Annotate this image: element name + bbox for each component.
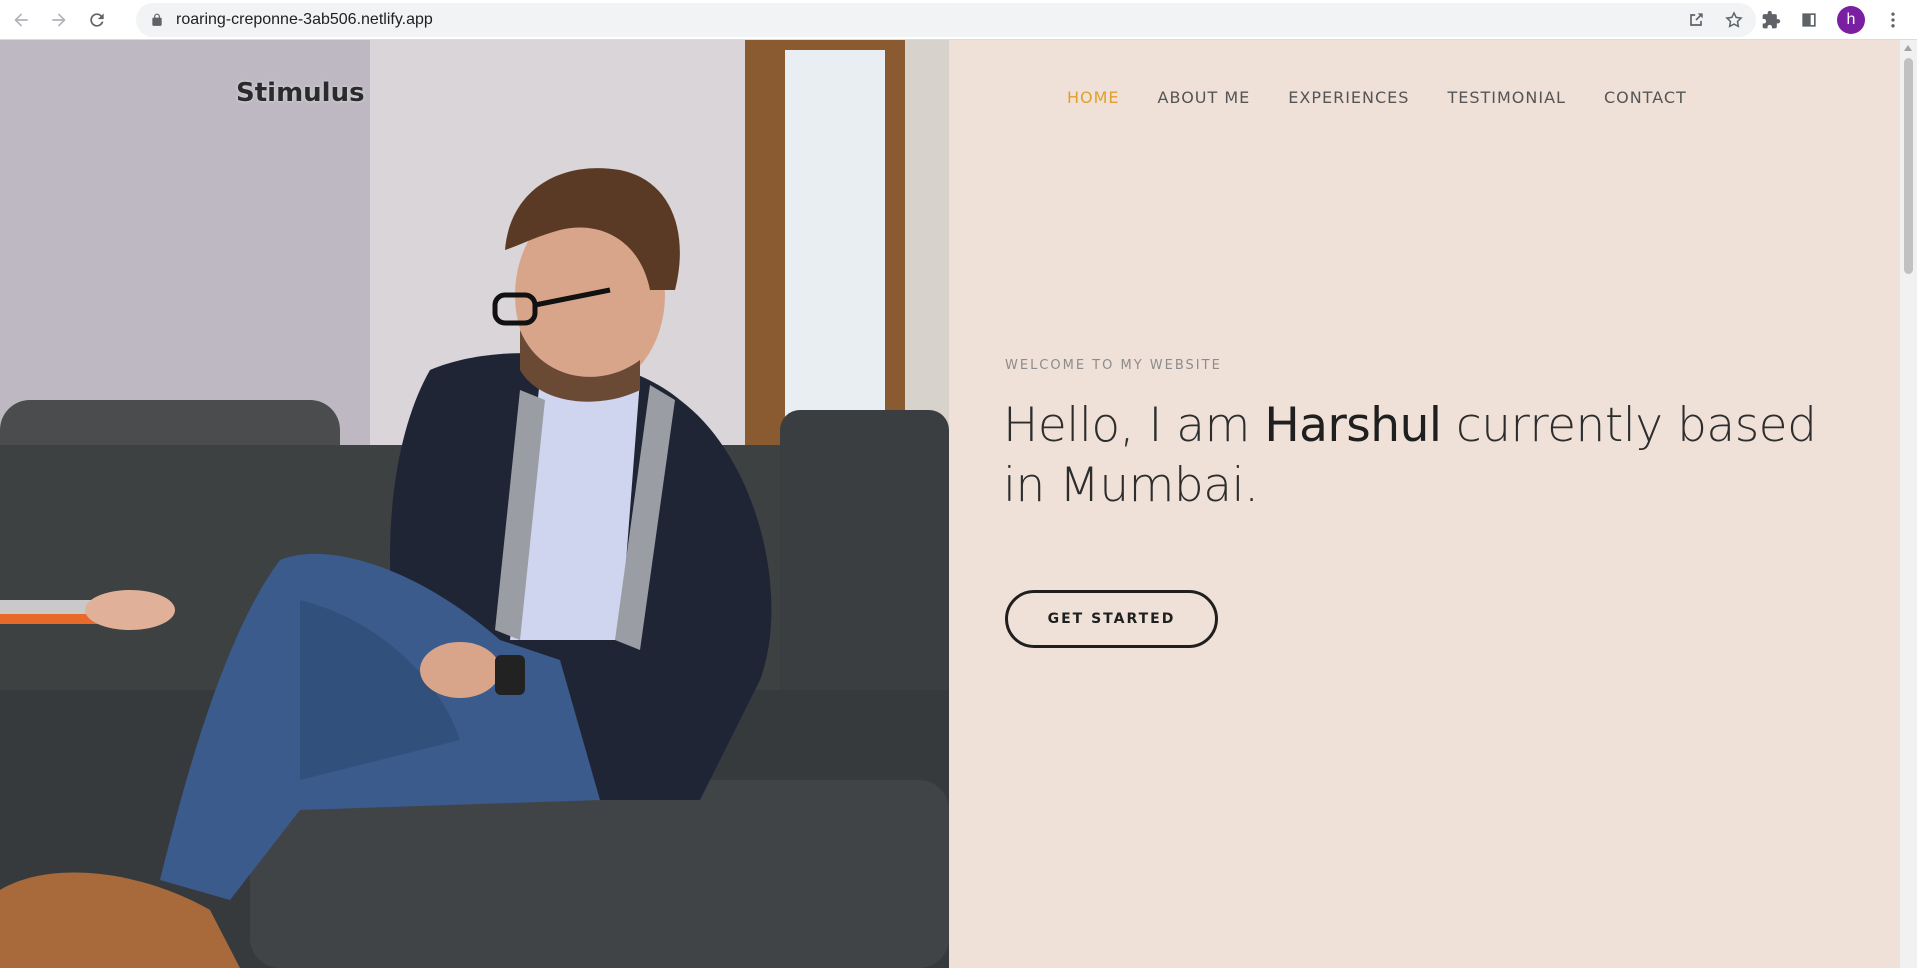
site-logo[interactable]: Stimulus	[236, 78, 365, 108]
scrollbar-thumb[interactable]	[1904, 58, 1913, 274]
menu-icon[interactable]	[1883, 10, 1903, 30]
nav-testimonial[interactable]: TESTIMONIAL	[1447, 88, 1565, 107]
side-panel-icon[interactable]	[1799, 10, 1819, 30]
nav-home[interactable]: HOME	[1067, 88, 1120, 107]
back-button[interactable]	[4, 3, 38, 37]
url-text: roaring-creponne-3ab506.netlify.app	[176, 11, 433, 28]
extensions-icon[interactable]	[1761, 10, 1781, 30]
browser-toolbar: roaring-creponne-3ab506.netlify.app h	[0, 0, 1917, 40]
get-started-button[interactable]: GET STARTED	[1005, 590, 1218, 648]
forward-button[interactable]	[42, 3, 76, 37]
address-bar[interactable]: roaring-creponne-3ab506.netlify.app	[136, 3, 1756, 37]
back-icon	[14, 12, 28, 27]
nav-about-me[interactable]: ABOUT ME	[1158, 88, 1251, 107]
hero-photo: Stimulus	[0, 40, 949, 968]
reload-button[interactable]	[80, 3, 114, 37]
nav-contact[interactable]: CONTACT	[1604, 88, 1687, 107]
hero-eyebrow: WELCOME TO MY WEBSITE	[1005, 358, 1222, 373]
reload-icon	[90, 12, 104, 27]
star-icon[interactable]	[1724, 10, 1744, 30]
hero-headline: Hello, I am Harshul currently based in M…	[1003, 396, 1863, 516]
scroll-up-arrow-icon[interactable]	[1904, 45, 1912, 51]
headline-intro: Hello, I am	[1003, 398, 1265, 453]
share-icon[interactable]	[1686, 10, 1706, 30]
forward-icon	[52, 12, 66, 27]
hero-photo-illustration	[0, 40, 949, 968]
profile-avatar[interactable]: h	[1837, 6, 1865, 34]
page: Stimulus HOME ABOUT ME EXPERIENCES TESTI…	[0, 40, 1917, 968]
nav-experiences[interactable]: EXPERIENCES	[1288, 88, 1409, 107]
lock-icon	[152, 13, 162, 26]
main-nav: HOME ABOUT ME EXPERIENCES TESTIMONIAL CO…	[1067, 88, 1687, 107]
page-scrollbar[interactable]	[1900, 40, 1917, 968]
headline-name: Harshul	[1264, 398, 1442, 453]
